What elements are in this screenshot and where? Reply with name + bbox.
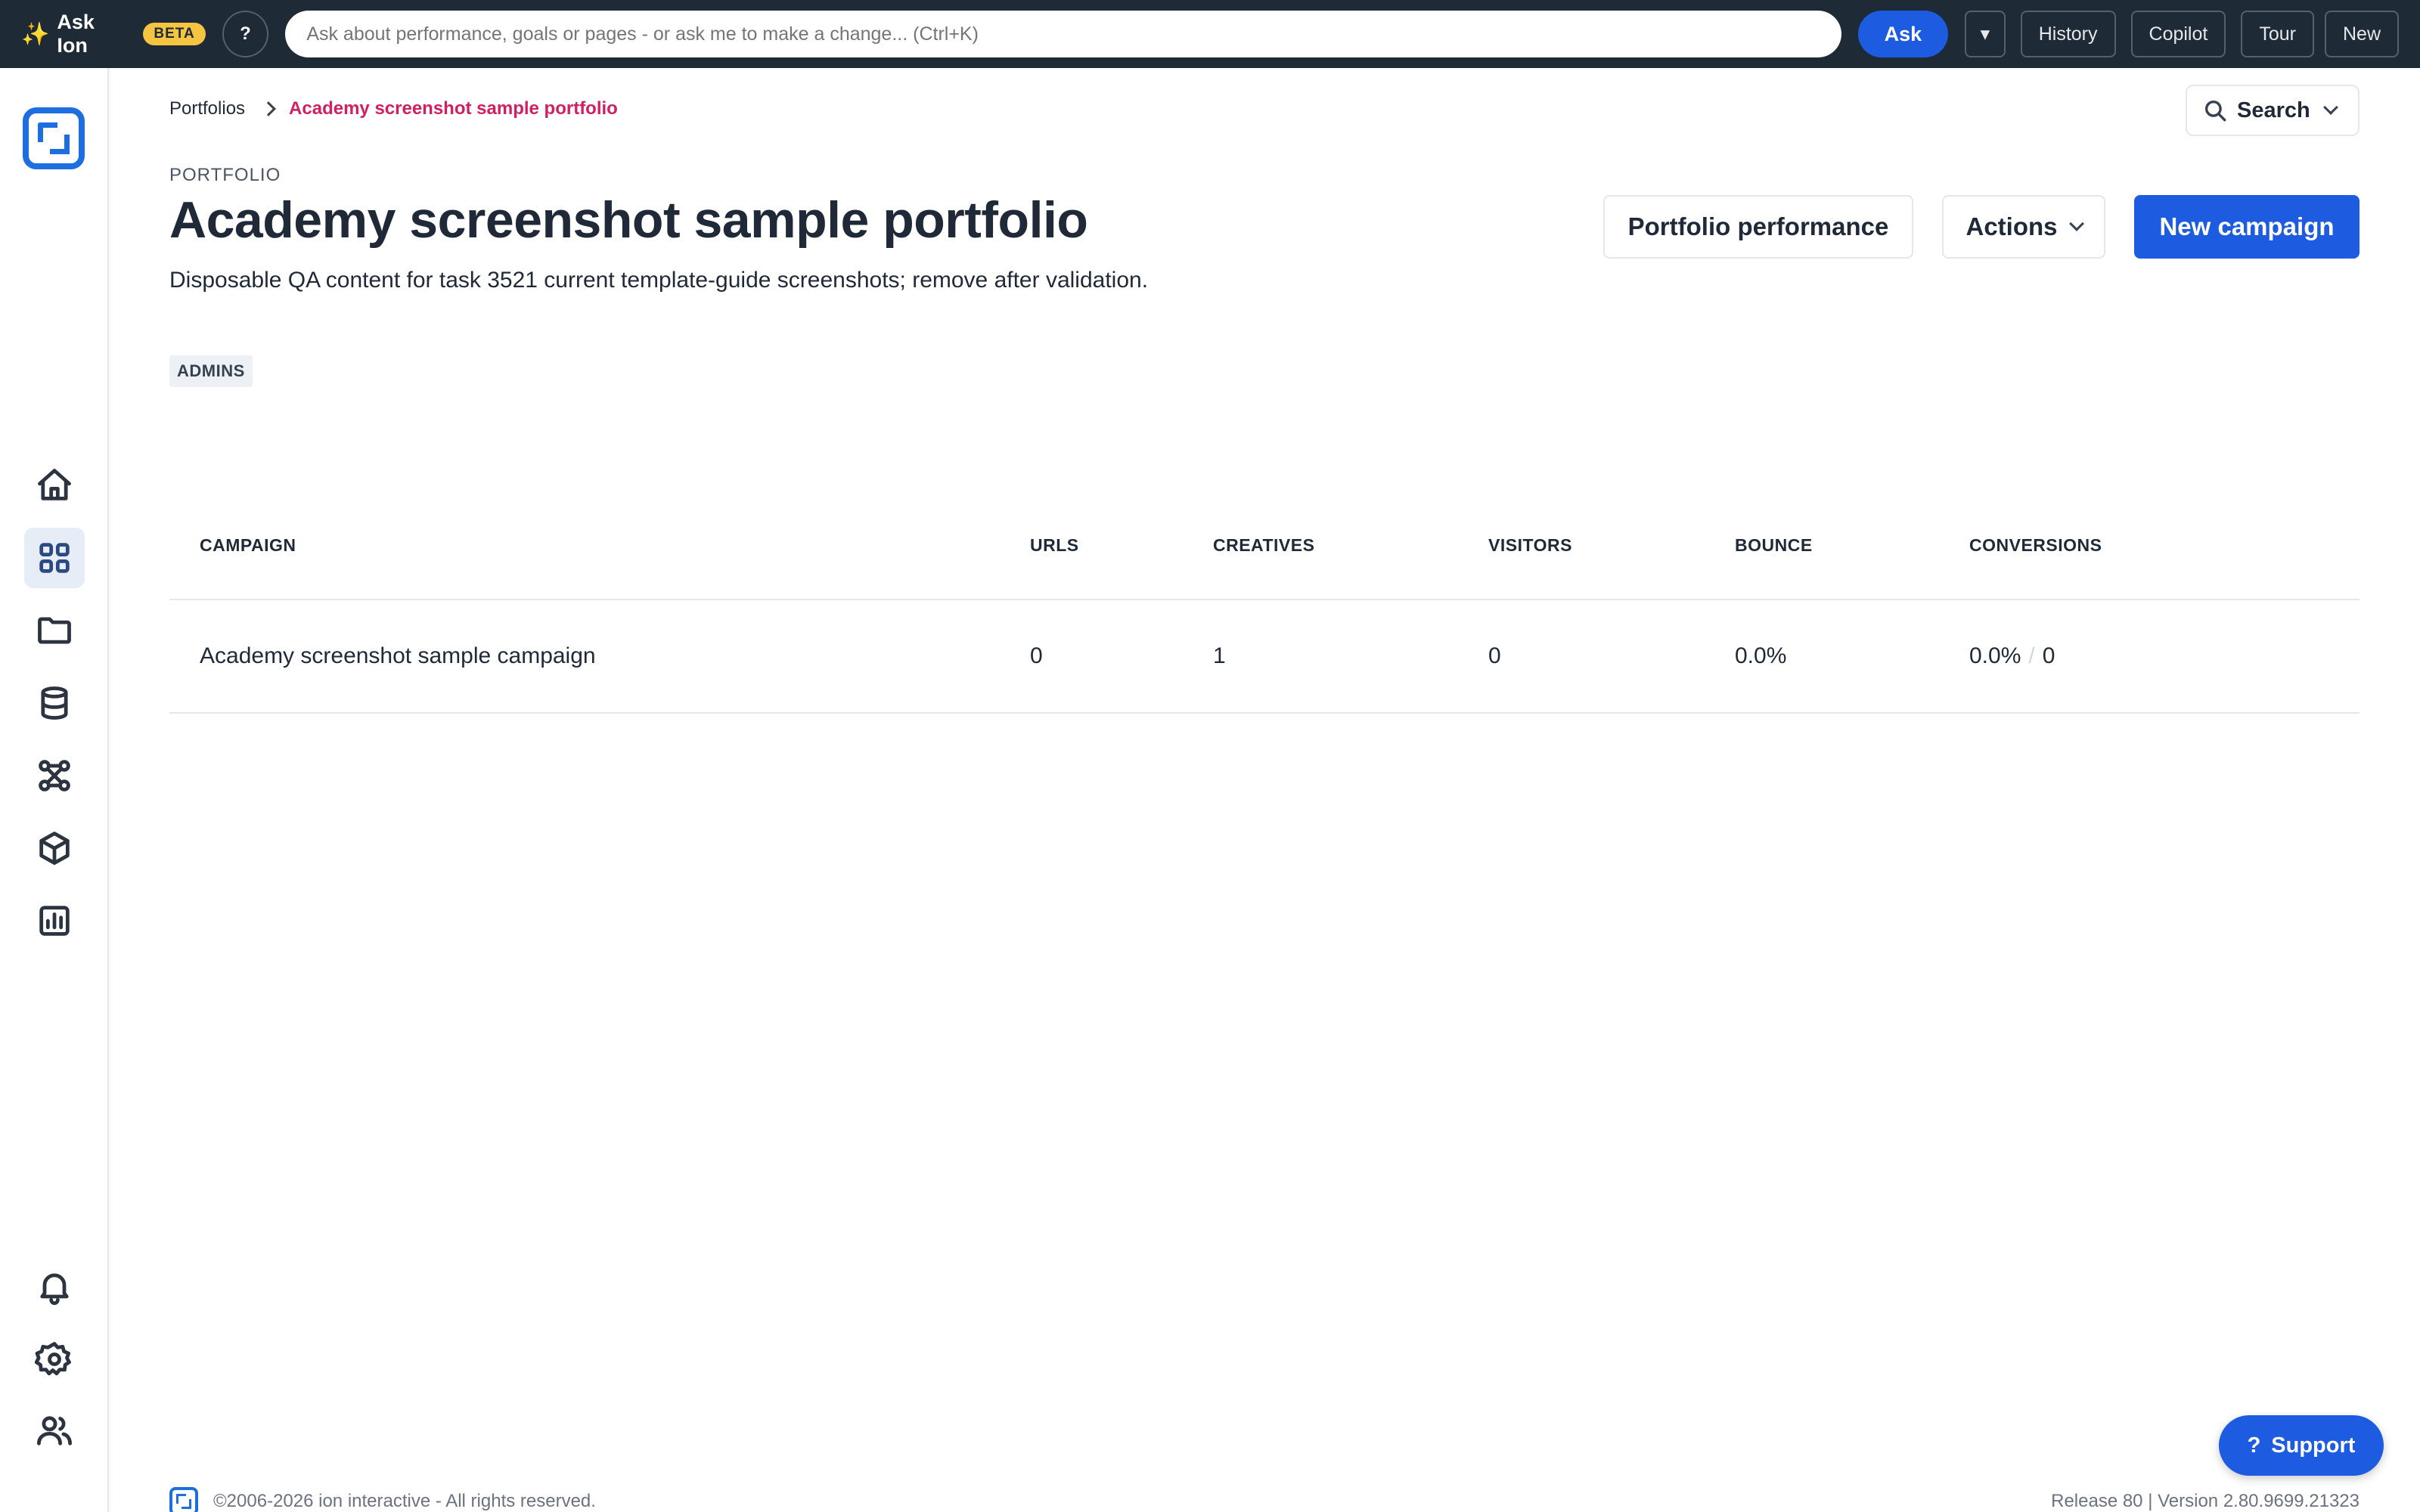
campaign-name-link[interactable]: Academy screenshot sample campaign — [200, 643, 596, 669]
nav-home[interactable] — [24, 455, 85, 516]
cell-conversions: 0.0% / 0 — [1969, 643, 2055, 669]
header-conversions[interactable]: CONVERSIONS — [1969, 535, 2102, 556]
nav-reports[interactable] — [24, 891, 85, 951]
cell-urls: 0 — [1030, 643, 1043, 668]
ask-ion-bar: ✨ Ask Ion BETA ? Ask ▾ History Copilot T… — [0, 0, 2420, 68]
folder-icon — [38, 617, 71, 644]
footer-version: Release 80 | Version 2.80.9699.21323 — [2051, 1491, 2360, 1511]
chevron-right-icon — [261, 101, 276, 116]
ask-options-dropdown[interactable]: ▾ — [1965, 11, 2006, 57]
cube-icon — [39, 832, 70, 865]
bell-icon — [40, 1273, 69, 1306]
header-creatives[interactable]: CREATIVES — [1213, 535, 1314, 556]
table-header: CAMPAIGN URLS CREATIVES VISITORS BOUNCE … — [169, 491, 2360, 600]
app-logo[interactable] — [23, 107, 85, 169]
history-button[interactable]: History — [2020, 11, 2116, 57]
nav-files[interactable] — [24, 600, 85, 661]
cell-visitors: 0 — [1488, 643, 1501, 668]
help-icon: ? — [2247, 1433, 2261, 1458]
chevron-down-icon — [2068, 216, 2084, 231]
conversion-count: 0 — [2042, 643, 2055, 668]
page-title: Academy screenshot sample portfolio — [169, 191, 1088, 249]
ask-ion-brand: ✨ Ask Ion BETA — [21, 11, 206, 57]
new-campaign-button[interactable]: New campaign — [2134, 195, 2360, 259]
conversion-rate: 0.0% — [1969, 643, 2021, 668]
breadcrumb-current[interactable]: Academy screenshot sample portfolio — [289, 98, 618, 119]
actions-dropdown-button[interactable]: Actions — [1942, 195, 2105, 259]
table-row[interactable]: Academy screenshot sample campaign 0 1 0… — [169, 600, 2360, 714]
copilot-button[interactable]: Copilot — [2130, 11, 2226, 57]
nav-notifications[interactable] — [24, 1256, 85, 1317]
grid-icon — [39, 543, 70, 573]
breadcrumb: Portfolios Academy screenshot sample por… — [169, 98, 618, 119]
footer-copyright: ©2006-2026 ion interactive - All rights … — [213, 1491, 596, 1511]
sparkle-icon: ✨ — [21, 21, 50, 47]
cell-creatives: 1 — [1213, 643, 1226, 668]
integrations-icon — [39, 760, 70, 792]
page-description: Disposable QA content for task 3521 curr… — [169, 268, 1149, 293]
ask-input[interactable] — [285, 11, 1841, 57]
users-icon — [37, 1416, 72, 1445]
footer-logo-icon — [169, 1487, 198, 1512]
support-label: Support — [2271, 1433, 2356, 1458]
header-bounce[interactable]: BOUNCE — [1735, 535, 1813, 556]
nav-dashboard[interactable] — [24, 528, 85, 588]
page-eyebrow: PORTFOLIO — [169, 165, 281, 185]
search-label: Search — [2237, 98, 2310, 122]
header-visitors[interactable]: VISITORS — [1488, 535, 1572, 556]
nav-users[interactable] — [24, 1400, 85, 1461]
main-content: Portfolios Academy screenshot sample por… — [169, 68, 2360, 1512]
cell-bounce: 0.0% — [1735, 643, 1787, 668]
tour-button[interactable]: Tour — [2241, 11, 2314, 57]
nav-integrations[interactable] — [24, 745, 85, 806]
ask-button[interactable]: Ask — [1857, 11, 1949, 57]
header-campaign[interactable]: CAMPAIGN — [200, 535, 296, 556]
footer: ©2006-2026 ion interactive - All rights … — [169, 1487, 2360, 1512]
database-icon — [41, 686, 68, 720]
gear-icon — [35, 1342, 71, 1376]
nav-data[interactable] — [24, 673, 85, 733]
actions-label: Actions — [1965, 212, 2058, 240]
nav-settings[interactable] — [24, 1329, 85, 1390]
brand-label: Ask Ion — [57, 11, 95, 57]
search-icon — [2204, 100, 2226, 122]
portfolio-performance-button[interactable]: Portfolio performance — [1603, 195, 1913, 259]
campaigns-table: CAMPAIGN URLS CREATIVES VISITORS BOUNCE … — [169, 491, 2360, 714]
conversion-separator: / — [2028, 643, 2035, 668]
access-tag: ADMINS — [169, 355, 253, 387]
sidebar — [0, 68, 109, 1512]
header-urls[interactable]: URLS — [1030, 535, 1079, 556]
help-button[interactable]: ? — [222, 11, 269, 57]
chevron-down-icon — [2322, 100, 2338, 115]
new-chat-button[interactable]: New — [2324, 11, 2399, 57]
beta-badge: BETA — [143, 23, 206, 45]
nav-components[interactable] — [24, 818, 85, 878]
chart-icon — [39, 906, 70, 936]
support-button[interactable]: ? Support — [2219, 1415, 2384, 1476]
search-dropdown[interactable]: Search — [2186, 85, 2360, 136]
home-icon — [38, 469, 71, 500]
breadcrumb-portfolios[interactable]: Portfolios — [169, 98, 245, 119]
